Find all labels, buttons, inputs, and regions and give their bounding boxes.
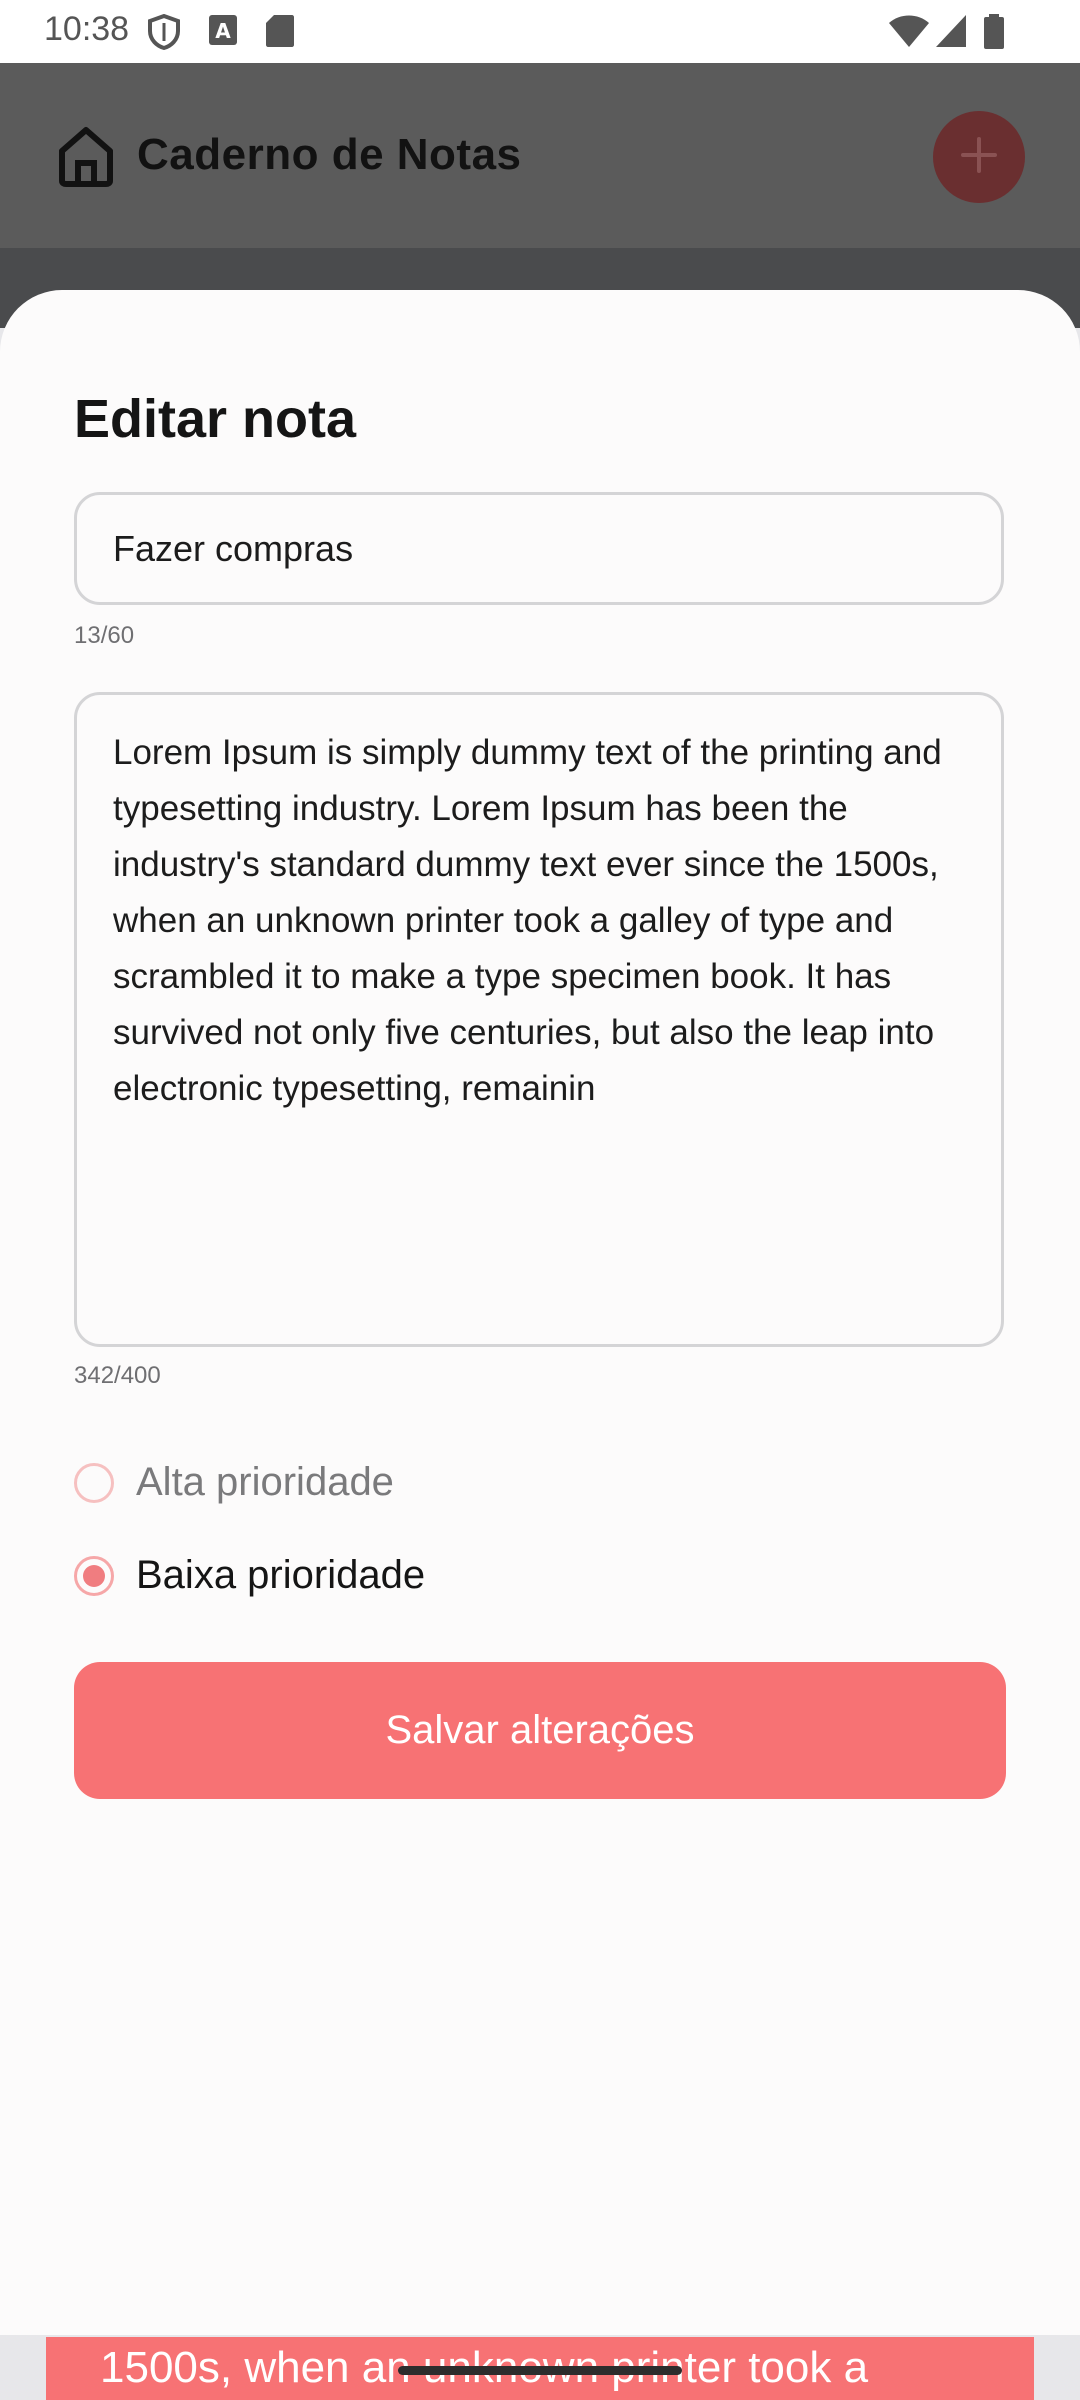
status-bar: 10:38 A — [0, 0, 1080, 63]
title-char-counter: 13/60 — [74, 622, 135, 649]
priority-option-high[interactable]: Alta prioridade — [74, 1460, 394, 1505]
body-char-counter: 342/400 — [74, 1362, 161, 1389]
a-badge-icon: A — [208, 14, 238, 51]
add-note-button[interactable] — [933, 111, 1025, 203]
status-time: 10:38 — [44, 10, 130, 48]
priority-low-label: Baixa prioridade — [136, 1553, 426, 1597]
save-button-label: Salvar alterações — [385, 1708, 695, 1752]
shield-icon — [147, 13, 181, 55]
sheet-title: Editar nota — [74, 389, 357, 449]
svg-text:A: A — [215, 19, 231, 43]
radio-high[interactable] — [74, 1462, 114, 1503]
save-changes-button[interactable]: Salvar alterações — [74, 1662, 1006, 1799]
priority-option-low[interactable]: Baixa prioridade — [74, 1553, 425, 1598]
gesture-handle[interactable] — [398, 2366, 682, 2375]
sd-card-icon — [265, 14, 295, 53]
battery-icon — [983, 14, 1005, 55]
home-icon[interactable] — [56, 125, 116, 192]
plus-icon — [959, 135, 999, 180]
signal-icon — [935, 14, 967, 53]
priority-high-label: Alta prioridade — [136, 1460, 394, 1504]
radio-low[interactable] — [74, 1555, 114, 1596]
app-title: Caderno de Notas — [137, 130, 522, 179]
note-body-input[interactable]: Lorem Ipsum is simply dummy text of the … — [74, 692, 1004, 1347]
note-title-input[interactable]: Fazer compras — [74, 492, 1004, 605]
wifi-icon — [888, 14, 930, 53]
